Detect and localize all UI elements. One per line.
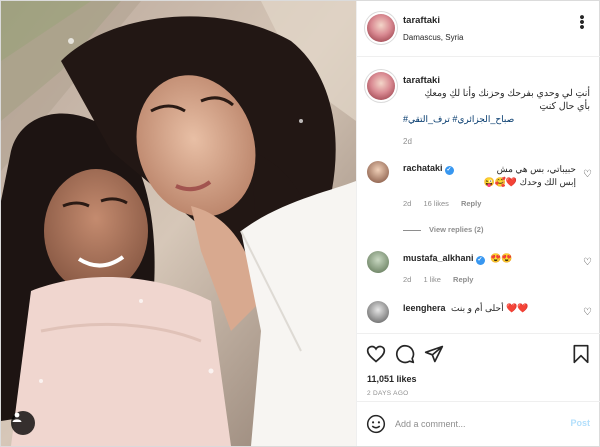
location-link[interactable]: Damascus, Syria (403, 33, 463, 42)
instagram-post: taraftaki Damascus, Syria ••• taraftaki … (0, 0, 600, 447)
comment-likes[interactable]: 16 likes (423, 199, 448, 208)
header-username[interactable]: taraftaki (403, 15, 440, 26)
user-tag-icon[interactable] (11, 411, 35, 435)
caption-username[interactable]: taraftaki (403, 75, 440, 86)
verified-icon: ✓ (444, 166, 454, 175)
comment-username[interactable]: rachataki ✓ (403, 163, 454, 175)
comment-like-icon[interactable]: ♡ (583, 169, 592, 180)
post-header: taraftaki Damascus, Syria ••• (357, 1, 600, 57)
comment-input[interactable] (395, 415, 555, 433)
post-timestamp: 2 DAYS AGO (367, 390, 409, 397)
comment-meta: 2d 16 likes Reply (403, 199, 491, 208)
add-comment-bar: Post (357, 401, 600, 446)
caption-hashtags[interactable]: صباح_الجزائري# ترف_التقي# (403, 114, 514, 125)
bookmark-icon[interactable] (571, 344, 591, 364)
comment-icon[interactable] (395, 344, 415, 364)
reply-button[interactable]: Reply (461, 199, 481, 208)
view-replies-button[interactable]: View replies (2) (403, 225, 483, 234)
comment-username[interactable]: leenghera أحلى أم و بنت ❤️❤️ (403, 303, 529, 314)
comment-likes[interactable]: 1 like (423, 275, 441, 284)
heart-icon[interactable] (366, 344, 386, 364)
comment-text: أحلى أم و بنت ❤️❤️ (451, 303, 529, 313)
divider (403, 229, 421, 231)
post-photo[interactable] (1, 1, 356, 446)
likes-count[interactable]: 11,051 likes (367, 374, 417, 384)
comment-like-icon[interactable]: ♡ (583, 307, 592, 318)
comment-time: 2d (403, 199, 412, 208)
share-icon[interactable] (424, 344, 444, 364)
more-icon[interactable]: ••• (575, 15, 591, 30)
photo-illustration (1, 1, 356, 446)
caption-time: 2d (403, 137, 412, 146)
caption-text: أنتِ لي وحدي بفرحك وحزنك وأنا لكِ ومعكِ … (424, 88, 590, 112)
comment-avatar[interactable] (367, 161, 389, 183)
reply-button[interactable]: Reply (453, 275, 473, 284)
comments-list[interactable]: taraftaki أنتِ لي وحدي بفرحك وحزنك وأنا … (357, 57, 600, 333)
comment-meta: 2d 1 like Reply (403, 275, 483, 284)
post-side-panel: taraftaki Damascus, Syria ••• taraftaki … (356, 1, 600, 446)
comment-username[interactable]: mustafa_alkhani ✓ 😍😍 (403, 253, 512, 265)
post-comment-button[interactable]: Post (570, 418, 590, 428)
caption-avatar[interactable] (367, 72, 395, 100)
comment-avatar[interactable] (367, 251, 389, 273)
avatar[interactable] (367, 14, 395, 42)
verified-icon: ✓ (475, 256, 485, 265)
comment-avatar[interactable] (367, 301, 389, 323)
comment-text: حبيباتي، بس هي مش إبس الك وحدك ❤️🥰😜 (483, 164, 576, 187)
comment-text: 😍😍 (490, 253, 513, 263)
smiley-icon[interactable] (366, 414, 386, 434)
comment-time: 2d (403, 275, 412, 284)
comment-like-icon[interactable]: ♡ (583, 257, 592, 268)
